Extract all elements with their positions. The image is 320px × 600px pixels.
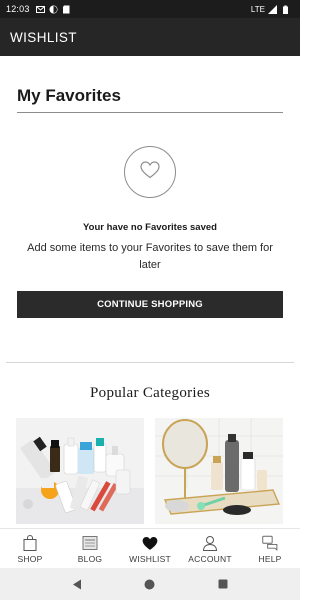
nav-label-wishlist: WISHLIST [129,554,171,564]
popular-categories-title: Popular Categories [90,385,210,401]
category-image-bath [155,418,283,524]
system-nav-bar [0,568,300,600]
title-divider [17,112,283,113]
nav-label-account: ACCOUNT [188,554,232,564]
category-tile-skincare[interactable] [16,418,144,524]
app-screen: 12:03 LTE WISHLIST My Favorites Your hav… [0,0,300,600]
signal-icon [268,4,277,14]
nav-item-account[interactable]: ACCOUNT [180,529,240,568]
status-right: LTE [250,4,294,14]
empty-heart-badge [124,146,176,198]
nav-label-help: HELP [258,554,282,564]
nav-label-shop: SHOP [17,554,43,564]
recents-icon[interactable] [217,578,229,590]
app-bar-title: WISHLIST [10,29,77,45]
sync-icon [49,5,58,14]
status-time: 12:03 [6,4,30,14]
status-bar: 12:03 LTE [0,0,300,18]
category-tile-bath[interactable] [155,418,283,524]
back-icon[interactable] [71,578,83,590]
shopping-bag-icon [22,535,38,551]
nav-label-blog: BLOG [77,554,103,564]
page-title: My Favorites [17,86,121,105]
bottom-nav: SHOP BLOG WISHLIST ACCOUNT HELP [0,528,300,568]
sd-card-icon [62,5,71,14]
person-icon [202,535,218,551]
empty-state-message: Add some items to your Favorites to save… [27,242,273,271]
category-image-skincare [16,418,144,524]
heart-icon [142,535,158,551]
continue-shopping-button[interactable]: CONTINUE SHOPPING [17,291,283,318]
blog-icon [82,535,98,551]
battery-icon [281,5,290,14]
nav-item-shop[interactable]: SHOP [0,529,60,568]
nav-item-wishlist[interactable]: WISHLIST [120,529,180,568]
main-content[interactable]: My Favorites Your have no Favorites save… [0,56,300,528]
mail-icon [35,5,45,14]
network-type: LTE [250,4,265,14]
home-icon[interactable] [144,578,156,590]
nav-item-help[interactable]: HELP [240,529,300,568]
heart-outline-icon [140,160,160,184]
section-divider [6,362,294,363]
app-bar: WISHLIST [0,18,300,56]
nav-item-blog[interactable]: BLOG [60,529,120,568]
empty-state-title: Your have no Favorites saved [83,222,217,233]
chat-icon [262,535,278,551]
